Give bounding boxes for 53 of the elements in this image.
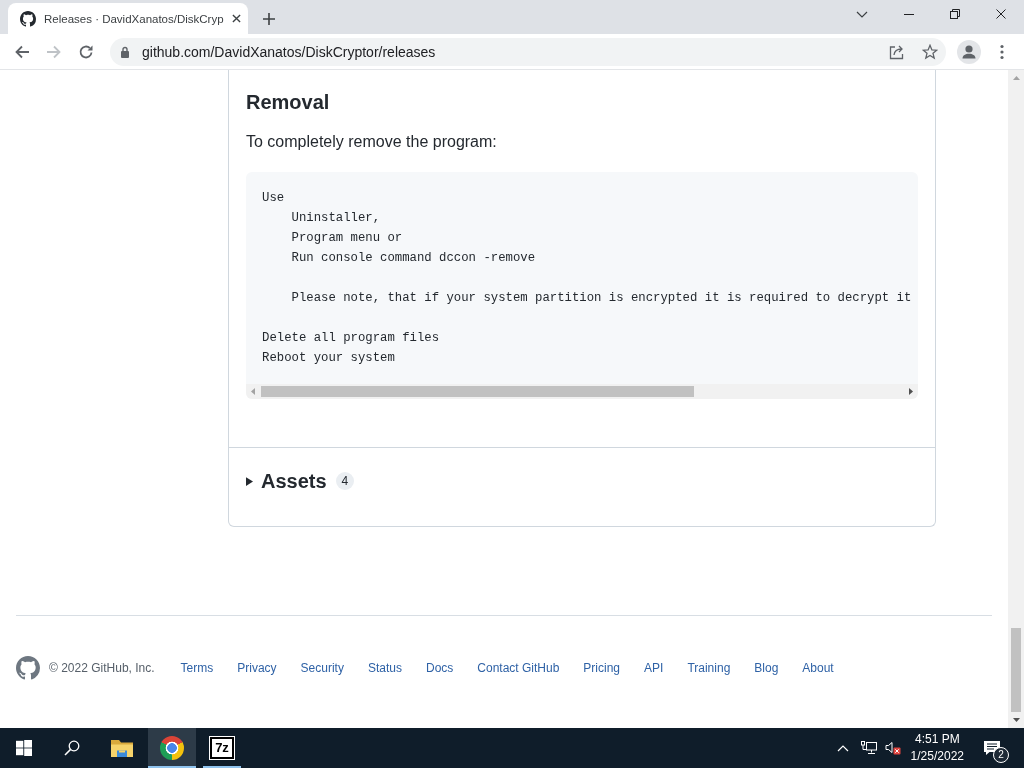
count-badge: 4 <box>335 472 355 490</box>
copyright-text: © 2022 GitHub, Inc. <box>49 661 155 675</box>
code-text: Use Uninstaller, Program menu or Run console command dccon -remove Please note, that if your system partition is encrypted it is required to decrypt it Delete all program files Reboot your system <box>261 190 913 367</box>
footer-link[interactable]: Blog <box>754 661 779 675</box>
notification-badge: 2 <box>993 747 1009 763</box>
more-menu-icon[interactable] <box>1000 43 1004 60</box>
disclosure-triangle-icon[interactable] <box>246 476 253 486</box>
footer-link[interactable]: Training <box>687 661 731 675</box>
footer-link[interactable]: Security <box>300 661 344 675</box>
github-logo-icon <box>20 10 36 27</box>
chevron-up-icon[interactable] <box>836 744 849 752</box>
reload-icon[interactable] <box>78 43 94 60</box>
speaker-icon[interactable] <box>884 741 901 755</box>
restore-icon[interactable] <box>950 9 960 19</box>
taskbar-app-button[interactable]: 7z <box>198 728 246 768</box>
close-icon[interactable] <box>996 9 1006 19</box>
paragraph: To completely remove the program: <box>246 132 498 152</box>
github-logo-icon[interactable] <box>16 656 40 680</box>
windows-logo-icon[interactable] <box>16 740 32 756</box>
clock-date: 1/25/2022 <box>910 748 964 765</box>
footer-link[interactable]: Privacy <box>237 661 277 675</box>
notification-button[interactable]: 2 <box>974 728 1010 768</box>
footer-link[interactable]: Status <box>367 661 402 675</box>
footer-link[interactable]: API <box>644 661 664 675</box>
plus-icon[interactable] <box>263 13 275 25</box>
chrome-logo-icon <box>160 736 184 760</box>
clock-time: 4:51 PM <box>914 731 960 748</box>
horizontal-scrollbar[interactable] <box>246 384 918 399</box>
profile-avatar-icon[interactable] <box>957 39 981 64</box>
lock-icon[interactable] <box>120 45 130 58</box>
footer-link[interactable]: Docs <box>425 661 454 675</box>
share-icon[interactable] <box>889 43 905 60</box>
close-icon[interactable] <box>231 14 241 23</box>
search-icon[interactable] <box>64 740 80 756</box>
down-arrow-icon[interactable] <box>1012 718 1020 722</box>
browser-tab[interactable]: Releases · DavidXanatos/DiskCryp <box>8 3 248 34</box>
network-icon[interactable] <box>860 741 877 755</box>
chevron-down-icon[interactable] <box>856 10 868 18</box>
scrollbar-thumb[interactable] <box>261 386 694 397</box>
footer-link[interactable]: Pricing <box>583 661 621 675</box>
back-arrow-icon[interactable] <box>14 43 30 60</box>
folder-icon <box>110 738 134 758</box>
star-icon[interactable] <box>922 43 938 60</box>
vertical-scrollbar[interactable] <box>1008 70 1024 728</box>
footer-link[interactable]: Contact GitHub <box>477 661 560 675</box>
address-bar[interactable]: github.com/DavidXanatos/DiskCryptor/releases <box>110 37 946 66</box>
right-arrow-icon[interactable] <box>909 388 913 395</box>
scrollbar-thumb[interactable] <box>1011 628 1021 712</box>
taskbar-app-button[interactable] <box>148 728 196 768</box>
section-heading: Removal <box>246 90 331 115</box>
footer-link[interactable]: About <box>802 661 834 675</box>
footer-link[interactable]: Terms <box>180 661 214 675</box>
assets-heading[interactable]: Assets <box>261 468 327 494</box>
